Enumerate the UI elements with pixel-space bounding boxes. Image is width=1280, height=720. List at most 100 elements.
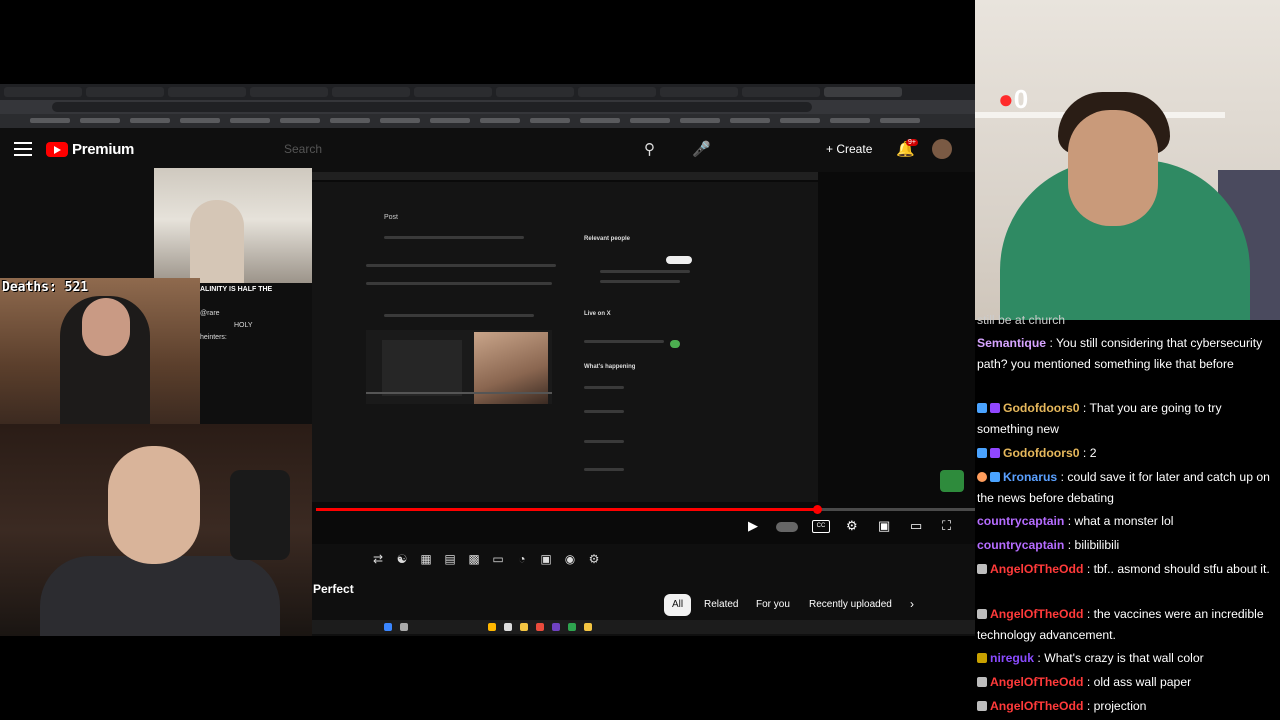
mic-icon[interactable]: 🎤 <box>692 140 711 158</box>
taskbar-app-icon[interactable] <box>552 623 560 631</box>
chat-username[interactable]: Semantique <box>977 336 1046 350</box>
browser-tab[interactable] <box>86 87 164 97</box>
bookmark-item[interactable] <box>480 118 520 123</box>
post-text-line <box>384 236 524 239</box>
theater-mode-icon[interactable]: ▭ <box>910 518 922 534</box>
youtube-logo-icon[interactable] <box>46 142 68 157</box>
autoplay-toggle[interactable] <box>776 522 798 532</box>
camera-icon[interactable]: ◉ <box>562 552 578 566</box>
webcam-guest-face <box>82 298 130 356</box>
bookmark-item[interactable] <box>380 118 420 123</box>
bookmark-item[interactable] <box>730 118 770 123</box>
bookmark-item[interactable] <box>680 118 720 123</box>
audio-icon[interactable]: ☯ <box>394 552 410 566</box>
whats-happening-heading: What's happening <box>584 364 636 370</box>
chat-username[interactable]: Godofdoors0 <box>1003 446 1080 460</box>
embedded-progress-bar[interactable] <box>366 392 552 394</box>
chat-username[interactable]: countrycaptain <box>977 538 1064 552</box>
chat-text: 2 <box>1089 446 1097 460</box>
taskbar-app-icon[interactable] <box>536 623 544 631</box>
captions-icon[interactable]: CC <box>812 520 830 533</box>
chat-username[interactable]: countrycaptain <box>977 514 1064 528</box>
chat-username[interactable]: AngelOfTheOdd <box>990 562 1083 576</box>
chip-for-you[interactable]: For you <box>748 594 798 616</box>
bookmark-item[interactable] <box>430 118 470 123</box>
url-field[interactable] <box>52 102 812 112</box>
logo-digit: 0 <box>1013 84 1029 114</box>
speed-icon[interactable]: ◔ <box>514 552 530 566</box>
chip-all[interactable]: All <box>664 594 692 616</box>
sub-badge-icon <box>990 448 1000 458</box>
chat-username[interactable]: nireguk <box>990 651 1034 665</box>
follow-button[interactable] <box>666 256 692 264</box>
bookmark-item[interactable] <box>530 118 570 123</box>
bookmark-item[interactable] <box>830 118 870 123</box>
microphone-icon <box>230 470 290 560</box>
browser-tab[interactable] <box>578 87 656 97</box>
hamburger-icon[interactable] <box>14 142 32 156</box>
fullscreen-icon[interactable]: ⛶ <box>942 518 951 534</box>
image-icon[interactable]: ▩ <box>466 552 482 566</box>
search-input[interactable]: Search <box>284 142 322 156</box>
bookmark-item[interactable] <box>30 118 70 123</box>
browser-tab[interactable] <box>332 87 410 97</box>
taskbar-app-icon[interactable] <box>520 623 528 631</box>
screenshot-icon[interactable]: ▦ <box>418 552 434 566</box>
window-icon[interactable]: ▭ <box>490 552 506 566</box>
browser-tab[interactable] <box>660 87 738 97</box>
gear-icon[interactable]: ⚙ <box>586 552 602 566</box>
bookmark-item[interactable] <box>80 118 120 123</box>
browser-tab-active[interactable] <box>824 87 902 97</box>
browser-tab[interactable] <box>742 87 820 97</box>
chip-recently-uploaded[interactable]: Recently uploaded <box>801 594 900 616</box>
taskbar-app-icon[interactable] <box>568 623 576 631</box>
x-post-header: Post <box>384 214 399 221</box>
miniplayer-icon[interactable]: ▣ <box>878 518 890 534</box>
chat-username[interactable]: Kronarus <box>1003 470 1057 484</box>
avatar[interactable] <box>932 139 952 159</box>
bookmark-item[interactable] <box>130 118 170 123</box>
chevron-right-icon[interactable]: › <box>910 597 914 611</box>
bookmark-item[interactable] <box>280 118 320 123</box>
bookmark-item[interactable] <box>580 118 620 123</box>
clapper-icon[interactable]: ▤ <box>442 552 458 566</box>
badge-icon <box>977 564 987 574</box>
bookmark-item[interactable] <box>330 118 370 123</box>
chat-message: countrycaptain : bilibilibili <box>977 538 1120 552</box>
post-text-line <box>366 282 552 285</box>
loop-icon[interactable]: ⇄ <box>370 552 386 566</box>
autoplay-toggle-icon[interactable]: ▶ <box>748 518 758 534</box>
browser-tab[interactable] <box>496 87 574 97</box>
green-emote-icon <box>940 470 964 492</box>
taskbar-search-icon[interactable] <box>400 623 408 631</box>
youtube-premium-label[interactable]: Premium <box>72 141 134 158</box>
bookmark-item[interactable] <box>180 118 220 123</box>
bookmark-item[interactable] <box>230 118 270 123</box>
settings-gear-icon[interactable]: ⚙ <box>846 518 858 534</box>
recording-toolbar: ⇄ ☯ ▦ ▤ ▩ ▭ ◔ ▣ ◉ ⚙ <box>370 552 602 568</box>
chat-username[interactable]: AngelOfTheOdd <box>990 607 1083 621</box>
chat-username[interactable]: AngelOfTheOdd <box>990 675 1083 689</box>
browser-tab[interactable] <box>168 87 246 97</box>
bookmark-item[interactable] <box>880 118 920 123</box>
bookmark-item[interactable] <box>780 118 820 123</box>
browser-tab[interactable] <box>414 87 492 97</box>
search-icon[interactable]: ⚲ <box>644 140 655 158</box>
relevant-people-heading: Relevant people <box>584 236 631 242</box>
pip-icon[interactable]: ▣ <box>538 552 554 566</box>
taskbar-app-icon[interactable] <box>504 623 512 631</box>
create-button[interactable]: + Create <box>826 142 872 156</box>
video-scrubber[interactable] <box>812 505 822 514</box>
taskbar-app-icon[interactable] <box>584 623 592 631</box>
badge-icon <box>977 403 987 413</box>
chip-related[interactable]: Related <box>696 594 746 616</box>
browser-tab[interactable] <box>4 87 82 97</box>
windows-start-icon[interactable] <box>384 623 392 631</box>
taskbar-app-icon[interactable] <box>488 623 496 631</box>
browser-tab[interactable] <box>250 87 328 97</box>
chat-username[interactable]: AngelOfTheOdd <box>990 699 1083 713</box>
chat-username[interactable]: Godofdoors0 <box>1003 401 1080 415</box>
badge-icon <box>977 677 987 687</box>
bookmark-item[interactable] <box>630 118 670 123</box>
chat-text: bilibilibili <box>1074 538 1120 552</box>
